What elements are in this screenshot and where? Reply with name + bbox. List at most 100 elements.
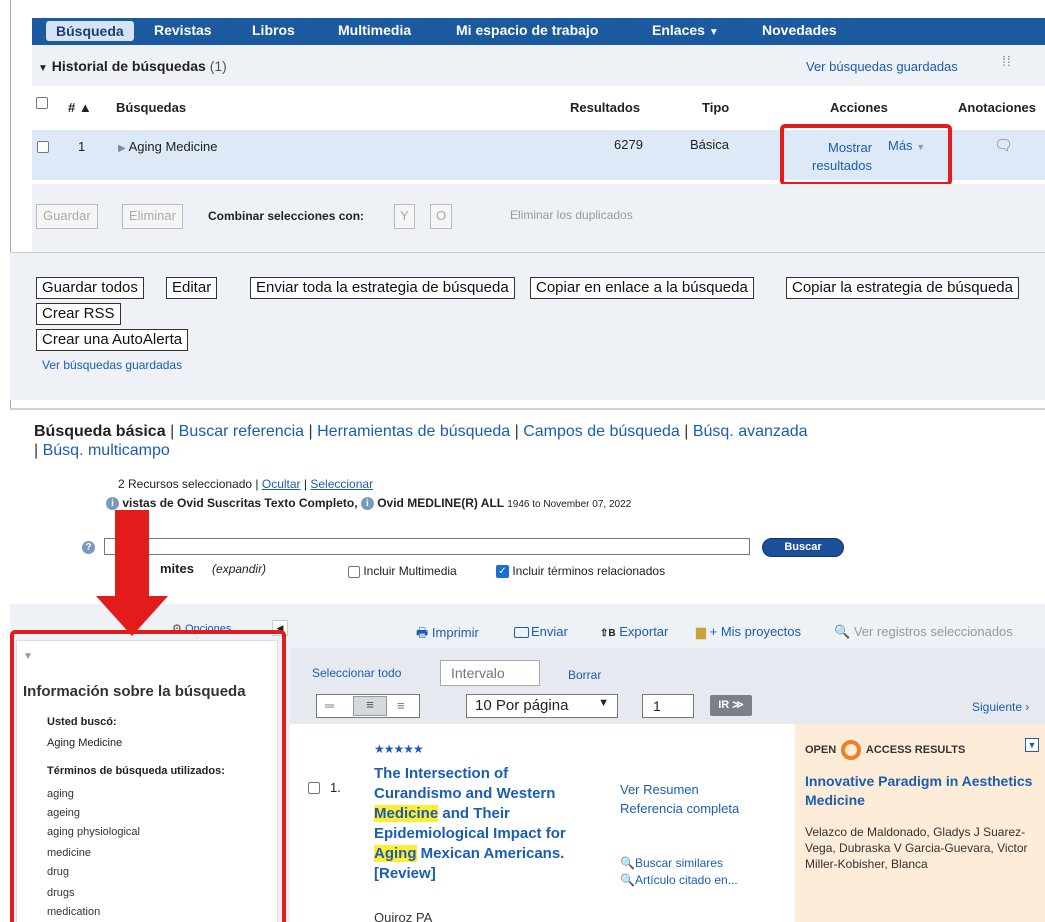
sort-up-icon: ▲ bbox=[78, 100, 92, 115]
highlight-box-search-info bbox=[10, 630, 286, 922]
per-page-value: 10 Por página bbox=[475, 697, 569, 714]
resource-medline: Ovid MEDLINE(R) ALL bbox=[377, 496, 504, 510]
col-searches: Búsquedas bbox=[116, 100, 187, 115]
history-header[interactable]: ▼ Historial de búsquedas (1) bbox=[38, 58, 227, 74]
collapse-triangle-icon: ▼ bbox=[38, 63, 48, 74]
view-selected-records-link[interactable]: 🔍 Ver registros seleccionados bbox=[834, 624, 1013, 640]
include-multimedia-option: Incluir Multimedia bbox=[348, 564, 457, 578]
nav-tab-multimedia[interactable]: Multimedia bbox=[338, 22, 411, 38]
row-results-count: 6279 bbox=[614, 137, 643, 152]
results-panel: ⚙ Opciones ◀ ▼ Información sobre la búsq… bbox=[10, 604, 1045, 922]
help-icon[interactable]: ? bbox=[82, 541, 95, 554]
tab-basic-search[interactable]: Búsqueda básica bbox=[34, 423, 166, 440]
view-abstract-link[interactable]: Ver Resumen bbox=[620, 782, 699, 797]
copy-link-button[interactable]: Copiar en enlace a la búsqueda bbox=[530, 277, 754, 299]
nav-tab-news[interactable]: Novedades bbox=[762, 22, 837, 38]
view-saved-searches-link-2[interactable]: Ver búsquedas guardadas bbox=[42, 358, 182, 372]
search-tabs: Búsqueda básica | Buscar referencia | He… bbox=[34, 423, 808, 459]
remove-duplicates-link[interactable]: Eliminar los duplicados bbox=[510, 208, 633, 222]
view-title-icon[interactable]: ═ bbox=[325, 698, 334, 713]
search-input[interactable] bbox=[104, 538, 750, 555]
comment-icon[interactable]: 🗨 bbox=[994, 136, 1013, 154]
expand-link[interactable]: (expandir) bbox=[212, 562, 266, 576]
include-multimedia-label: Incluir Multimedia bbox=[363, 564, 457, 578]
chevron-down-icon: ▼ bbox=[708, 27, 719, 38]
open-access-panel: OPEN ACCESS RESULTS ▼ Innovative Paradig… bbox=[795, 724, 1045, 922]
email-button[interactable]: Enviar bbox=[514, 624, 568, 639]
combine-and-button[interactable]: Y bbox=[394, 204, 415, 229]
find-similar-link[interactable]: 🔍Buscar similares bbox=[620, 856, 723, 870]
view-citation-icon[interactable]: ≡ bbox=[353, 696, 387, 716]
annotation-arrow-stem bbox=[115, 510, 149, 602]
record-number: 1. bbox=[330, 780, 341, 795]
print-button[interactable]: 🖶 Imprimir bbox=[416, 624, 479, 646]
oa-article-authors: Velazco de Maldonado, Gladys J Suarez-Ve… bbox=[805, 825, 1028, 871]
view-abstract-icon[interactable]: ≡ bbox=[397, 698, 405, 713]
tab-advanced-search[interactable]: Búsq. avanzada bbox=[693, 423, 808, 440]
save-button[interactable]: Guardar bbox=[36, 204, 98, 229]
info-icon[interactable]: i bbox=[106, 497, 119, 511]
cited-by-link[interactable]: 🔍Artículo citado en... bbox=[620, 873, 738, 887]
select-resources-link[interactable]: Seleccionar bbox=[310, 477, 373, 491]
next-page-link[interactable]: Siguiente › bbox=[972, 700, 1029, 714]
search-button[interactable]: Buscar bbox=[762, 538, 844, 557]
col-type: Tipo bbox=[702, 100, 730, 115]
select-all-link[interactable]: Seleccionar todo bbox=[312, 666, 401, 680]
include-related-checkbox[interactable]: ✓ bbox=[496, 565, 509, 579]
oa-article-title-link[interactable]: Innovative Paradigm in Aesthetics Medici… bbox=[805, 772, 1035, 810]
info-icon[interactable]: i bbox=[360, 497, 374, 511]
create-rss-button[interactable]: Crear RSS bbox=[36, 303, 121, 325]
nav-tab-links[interactable]: Enlaces ▼ bbox=[652, 22, 719, 38]
tab-multifield-search[interactable]: Búsq. multicampo bbox=[43, 442, 170, 459]
hide-resources-link[interactable]: Ocultar bbox=[262, 477, 301, 491]
resource-journals: vistas de Ovid Suscritas Texto Completo, bbox=[122, 496, 358, 510]
export-button[interactable]: ⇧B Exportar bbox=[600, 624, 668, 639]
row-query[interactable]: ▶ Aging Medicine bbox=[118, 139, 218, 154]
record-title-highlight: Medicine bbox=[374, 805, 439, 822]
page: Búsqueda Revistas Libros Multimedia Mi e… bbox=[0, 0, 1045, 922]
nav-tab-search[interactable]: Búsqueda bbox=[46, 21, 134, 41]
col-results: Resultados bbox=[570, 100, 641, 115]
col-number[interactable]: # ▲ bbox=[68, 100, 92, 115]
print-icon: 🖶 bbox=[416, 625, 429, 640]
range-input[interactable] bbox=[440, 660, 540, 686]
drag-handle-icon[interactable]: ⁞⁞ bbox=[1002, 54, 1012, 68]
row-query-text: Aging Medicine bbox=[128, 139, 218, 154]
annotation-arrow-head bbox=[96, 596, 168, 636]
record-title-link[interactable]: The Intersection of Curandismo and Weste… bbox=[374, 764, 570, 884]
tab-search-tools[interactable]: Herramientas de búsqueda bbox=[317, 423, 510, 440]
view-saved-searches-link[interactable]: Ver búsquedas guardadas bbox=[806, 59, 958, 74]
combine-or-button[interactable]: O bbox=[430, 204, 453, 229]
page-number-input[interactable]: 1 bbox=[642, 694, 694, 718]
row-checkbox[interactable] bbox=[37, 141, 49, 153]
collapse-oa-icon[interactable]: ▼ bbox=[1025, 738, 1039, 752]
left-sidebar: ⚙ Opciones ◀ ▼ Información sobre la búsq… bbox=[10, 604, 288, 922]
nav-tab-links-label: Enlaces bbox=[652, 22, 705, 38]
tab-find-citation[interactable]: Buscar referencia bbox=[179, 423, 304, 440]
select-all-checkbox[interactable] bbox=[36, 97, 48, 109]
add-to-projects-button[interactable]: ▆ + Mis proyectos bbox=[696, 624, 801, 640]
folder-icon: ▆ bbox=[696, 624, 706, 639]
copy-strategy-button[interactable]: Copiar la estrategia de búsqueda bbox=[786, 277, 1019, 299]
full-reference-link[interactable]: Referencia completa bbox=[620, 801, 739, 816]
tab-search-fields[interactable]: Campos de búsqueda bbox=[523, 423, 680, 440]
send-strategy-button[interactable]: Enviar toda la estrategia de búsqueda bbox=[250, 277, 515, 299]
nav-tab-journals[interactable]: Revistas bbox=[154, 22, 212, 38]
go-button[interactable]: IR ≫ bbox=[710, 695, 752, 716]
include-multimedia-checkbox[interactable] bbox=[348, 565, 360, 578]
print-label: Imprimir bbox=[431, 625, 479, 640]
record-checkbox[interactable] bbox=[308, 782, 320, 794]
clear-link[interactable]: Borrar bbox=[568, 668, 601, 682]
cited-by-label: Artículo citado en... bbox=[634, 873, 738, 887]
create-alert-button[interactable]: Crear una AutoAlerta bbox=[36, 329, 189, 351]
magnifier-icon: 🔍 bbox=[834, 624, 851, 639]
delete-button[interactable]: Eliminar bbox=[122, 204, 183, 229]
view-mode-toggle: ═ ≡ ≡ bbox=[316, 694, 420, 718]
history-count: (1) bbox=[209, 58, 227, 74]
limits-toggle[interactable]: mites (expandir) bbox=[160, 561, 266, 576]
edit-button[interactable]: Editar bbox=[166, 277, 218, 299]
nav-tab-books[interactable]: Libros bbox=[252, 22, 295, 38]
per-page-select[interactable]: 10 Por página ▼ bbox=[466, 694, 618, 718]
save-all-button[interactable]: Guardar todos bbox=[36, 277, 144, 299]
nav-tab-workspace[interactable]: Mi espacio de trabajo bbox=[456, 22, 598, 38]
